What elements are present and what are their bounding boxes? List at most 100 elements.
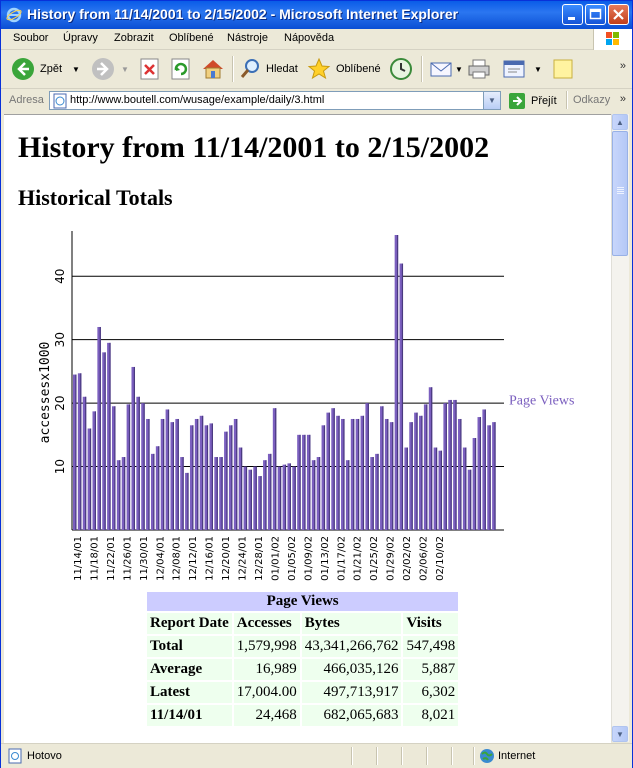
bar-shade [241, 447, 243, 530]
menu-edit[interactable]: Úpravy [63, 32, 98, 44]
back-dropdown-icon[interactable]: ▼ [72, 65, 80, 74]
go-label: Přejít [531, 94, 557, 107]
menu-help[interactable]: Nápověda [284, 32, 334, 44]
bar-shade [192, 425, 194, 530]
cell-accesses: 24,468 [233, 705, 300, 726]
bar-shade [279, 466, 282, 530]
bar-shade [333, 408, 335, 530]
vertical-scrollbar[interactable]: ▲ ▼ [611, 114, 629, 742]
address-dropdown-icon[interactable]: ▼ [483, 92, 500, 109]
bar-shade [406, 447, 408, 530]
history-button[interactable] [389, 56, 413, 82]
address-input[interactable]: http://www.boutell.com/wusage/example/da… [49, 91, 501, 110]
table-row: Total 1,579,998 43,341,266,762 547,498 [147, 636, 459, 657]
bar-shade [387, 418, 389, 530]
bar-shade [348, 460, 350, 530]
menu-view[interactable]: Zobrazit [114, 32, 154, 44]
bar-shade [304, 434, 306, 530]
bar-shade [250, 469, 252, 530]
refresh-button[interactable] [170, 56, 192, 82]
minimize-button[interactable] [562, 4, 583, 25]
links-chevron-icon[interactable]: » [620, 93, 626, 105]
y-tick-label: 20 [53, 395, 67, 410]
cell-bytes: 43,341,266,762 [301, 636, 402, 657]
bar-shade [494, 422, 496, 530]
status-bar: Hotovo Internet [1, 743, 632, 768]
cell-visits: 5,887 [403, 659, 459, 680]
bar-shade [202, 415, 204, 530]
x-tick-label: 01/09/02 [303, 536, 314, 581]
x-tick-label: 11/22/01 [106, 536, 117, 581]
bar-shade [133, 366, 135, 530]
bar-shade [89, 428, 92, 530]
close-button[interactable] [608, 4, 629, 25]
bar-shade [323, 425, 326, 530]
favorites-button[interactable]: Oblíbené [307, 56, 381, 82]
bar-shade [124, 457, 126, 530]
bar-shade [172, 422, 174, 530]
home-icon [203, 60, 223, 79]
bar-shade [372, 457, 374, 530]
table-row: 11/14/01 24,468 682,065,683 8,021 [147, 705, 459, 726]
maximize-button[interactable] [585, 4, 606, 25]
menu-tools[interactable]: Nástroje [227, 32, 268, 44]
ie-logo-icon [6, 7, 22, 23]
bar-shade [401, 263, 404, 530]
forward-dropdown-icon[interactable]: ▼ [121, 65, 129, 74]
bar-shade [392, 422, 394, 530]
edit-button[interactable]: ▼ [502, 56, 542, 82]
title-bar[interactable]: History from 11/14/2001 to 2/15/2002 - M… [1, 1, 632, 29]
stop-button[interactable] [139, 56, 161, 82]
mail-button[interactable]: ▼ [429, 56, 463, 82]
page-done-icon [8, 748, 22, 764]
x-tick-label: 01/29/02 [386, 536, 397, 581]
row-label: Total [147, 636, 232, 657]
col-visits: Visits [403, 613, 459, 634]
x-tick-label: 12/24/01 [238, 536, 249, 581]
bar-shade [382, 406, 384, 530]
mail-dropdown-icon[interactable]: ▼ [455, 65, 463, 74]
table-row: Latest 17,004.00 497,713,917 6,302 [147, 682, 459, 703]
standard-toolbar: Zpět ▼ ▼ Hledat Oblíbené ▼ ▼ » [1, 50, 632, 89]
menu-favorites[interactable]: Oblíbené [169, 32, 214, 44]
home-button[interactable] [201, 56, 225, 82]
col-report-date: Report Date [147, 613, 232, 634]
x-tick-label: 12/12/01 [188, 536, 199, 581]
bar-shade [289, 463, 291, 530]
forward-button[interactable]: ▼ [91, 56, 129, 82]
back-button[interactable]: Zpět ▼ [11, 56, 80, 82]
bar-shade [99, 326, 101, 530]
bar-shade [318, 457, 321, 530]
search-button[interactable]: Hledat [239, 56, 298, 82]
scroll-thumb[interactable] [612, 131, 628, 256]
bar-shade [255, 466, 257, 530]
bar-shade [470, 469, 472, 530]
cell-visits: 547,498 [403, 636, 459, 657]
history-icon [390, 58, 412, 80]
x-tick-label: 12/08/01 [172, 536, 183, 581]
table-row: Average 16,989 466,035,126 5,887 [147, 659, 459, 680]
print-button[interactable] [467, 56, 491, 82]
bar-shade [167, 409, 170, 530]
windows-flag-logo [593, 29, 632, 50]
cell-visits: 8,021 [403, 705, 459, 726]
x-tick-label: 01/13/02 [320, 536, 331, 581]
edit-dropdown-icon[interactable]: ▼ [534, 65, 542, 74]
x-tick-label: 01/05/02 [287, 536, 298, 581]
menu-file[interactable]: Soubor [13, 32, 48, 44]
bar-shade [474, 438, 477, 530]
scroll-down-icon[interactable]: ▼ [612, 726, 628, 742]
x-tick-label: 02/06/02 [419, 536, 430, 581]
search-icon [240, 59, 259, 78]
toolbar-chevron-icon[interactable]: » [620, 60, 626, 72]
y-tick-label: 10 [53, 459, 67, 474]
bar-shade [275, 408, 277, 530]
links-label[interactable]: Odkazy [573, 94, 610, 106]
messenger-button[interactable] [551, 56, 575, 82]
legend-entry: Page Views [509, 393, 574, 408]
bar-shade [245, 466, 248, 530]
scroll-up-icon[interactable]: ▲ [612, 114, 628, 130]
go-button[interactable]: Přejít [508, 91, 557, 110]
x-tick-label: 02/10/02 [435, 536, 446, 581]
bar-shade [343, 418, 345, 530]
